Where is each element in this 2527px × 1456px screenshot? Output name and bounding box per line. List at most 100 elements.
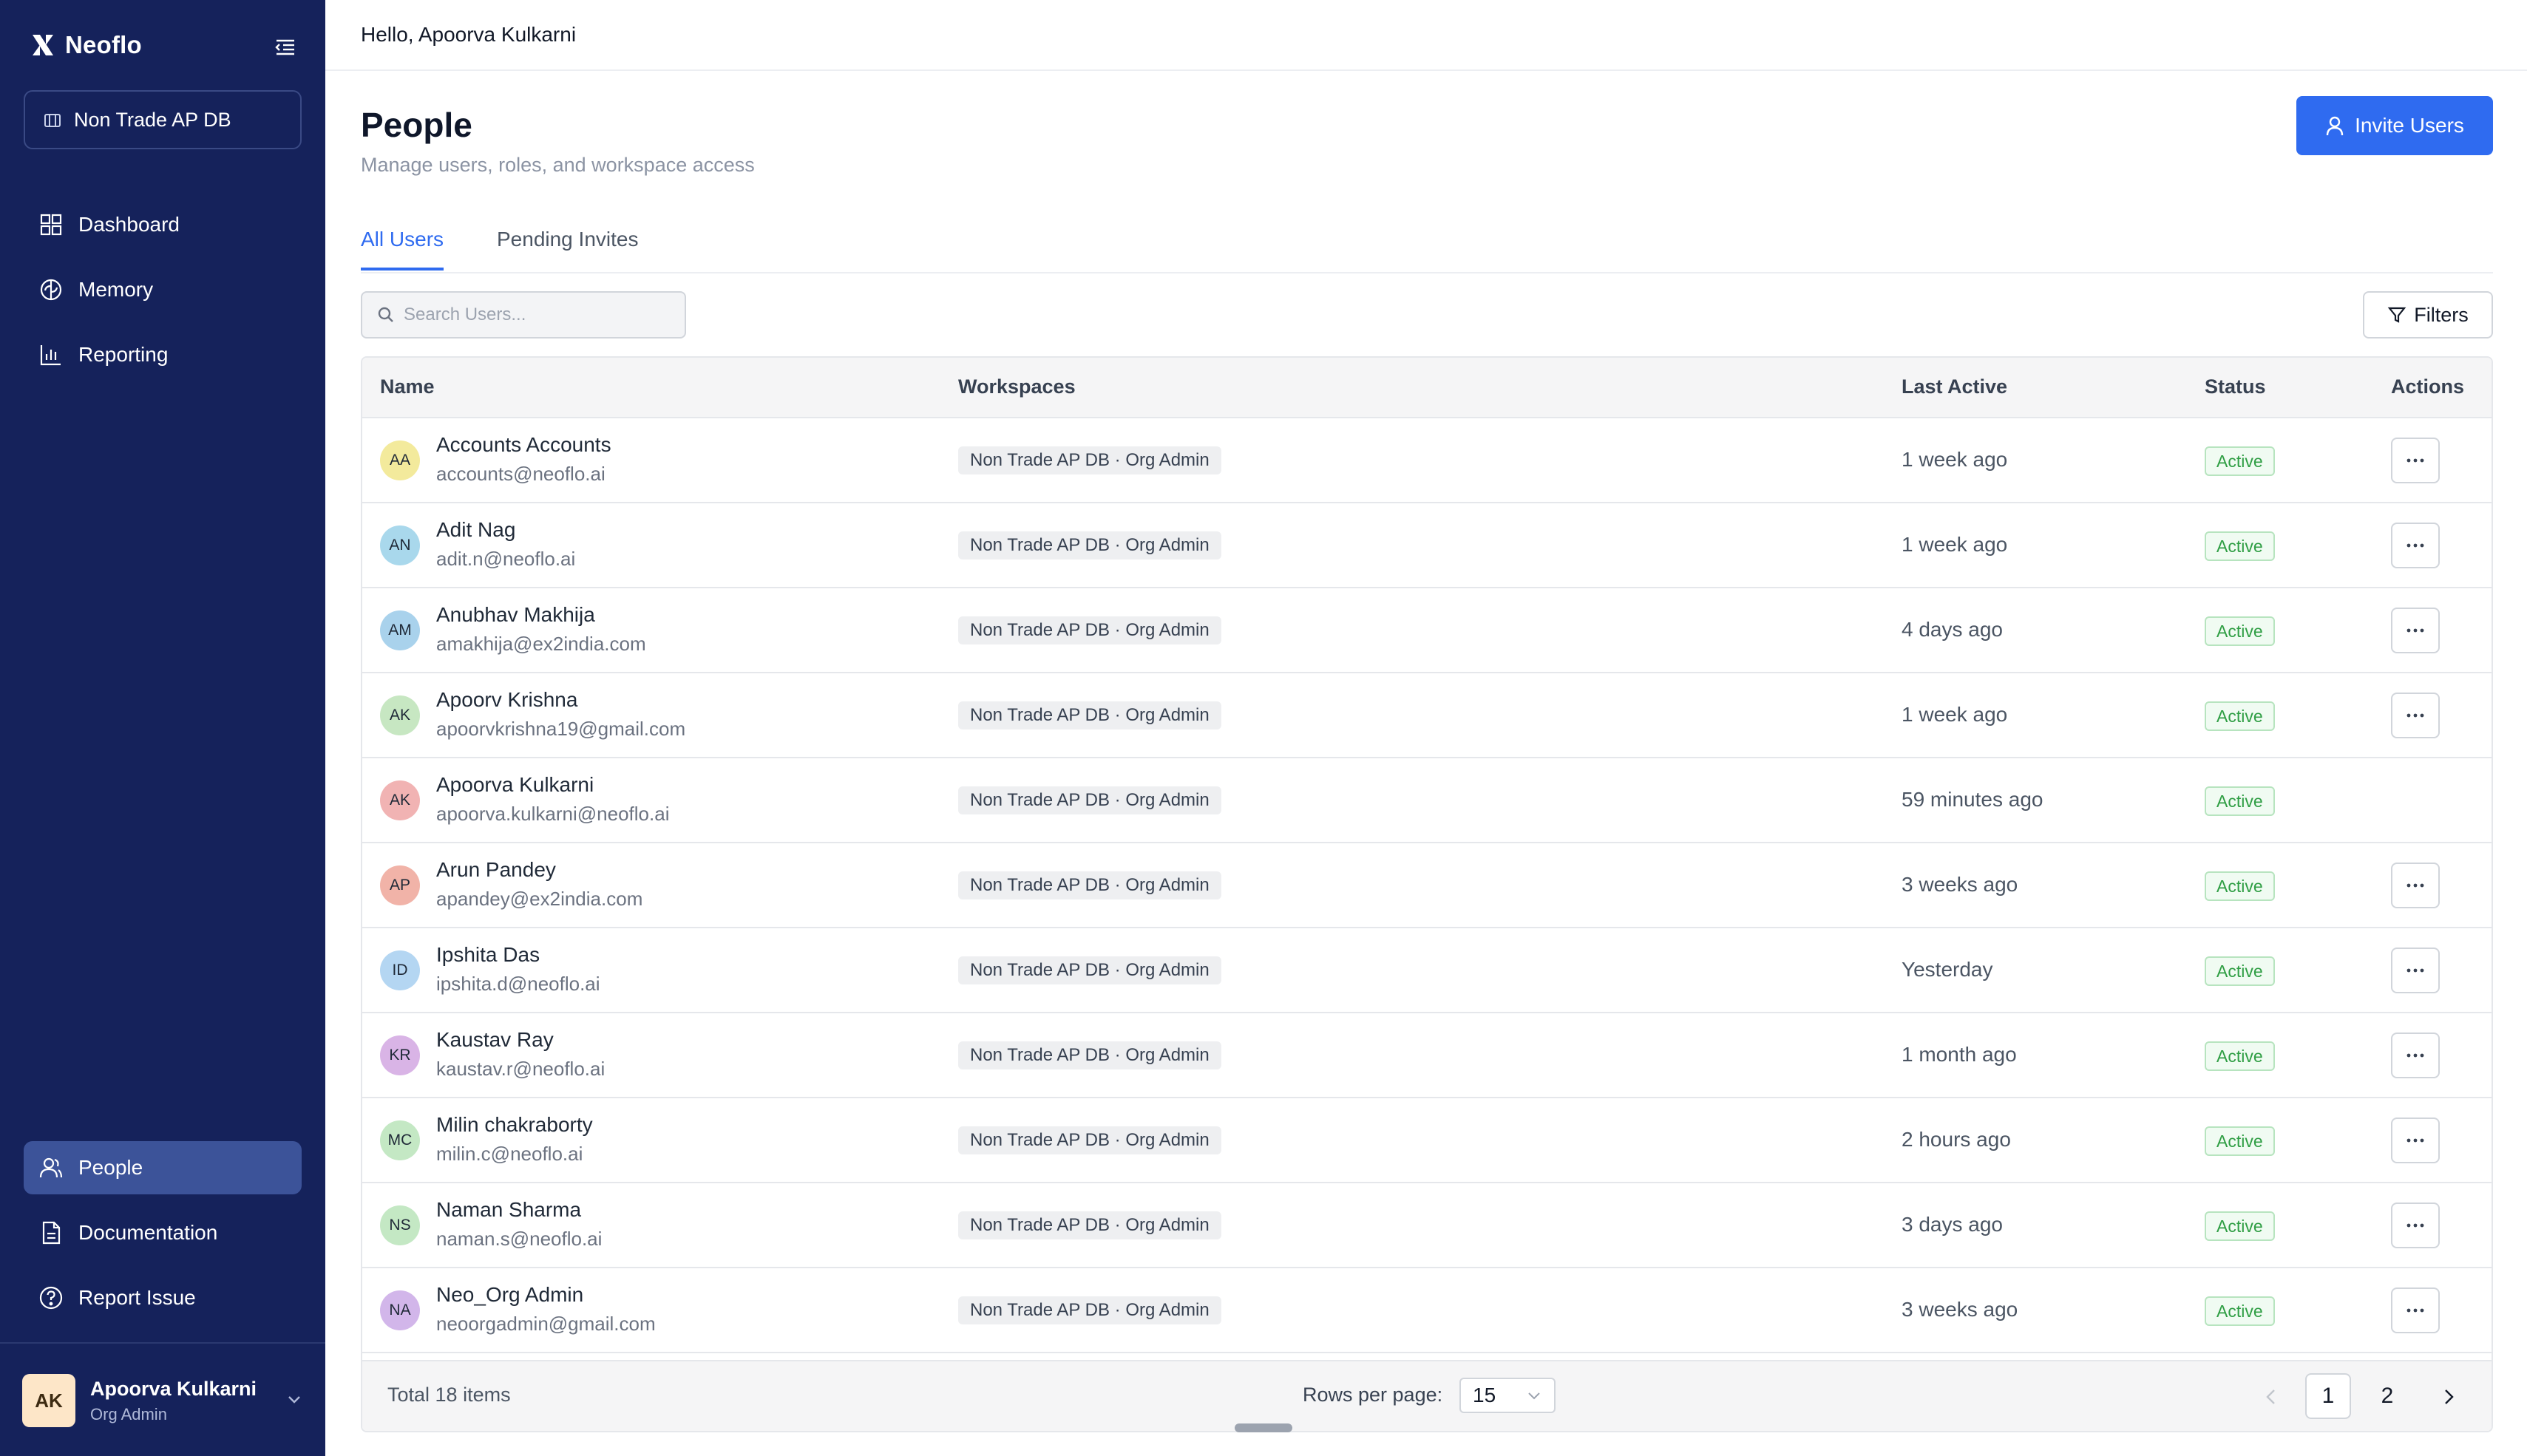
table-row[interactable]: AN Adit Nag adit.n@neoflo.ai Non Trade A… <box>362 503 2492 588</box>
avatar: MC <box>380 1120 420 1160</box>
user-email: apoorva.kulkarni@neoflo.ai <box>436 803 670 825</box>
table-row[interactable]: NA Neo_Org Admin neoorgadmin@gmail.com N… <box>362 1268 2492 1353</box>
more-horizontal-icon <box>2406 458 2424 463</box>
sidebar-item-documentation[interactable]: Documentation <box>24 1206 302 1259</box>
user-name: Apoorva Kulkarni <box>90 1377 257 1400</box>
status-badge: Active <box>2205 531 2275 561</box>
table-row[interactable]: MC Milin chakraborty milin.c@neoflo.ai N… <box>362 1098 2492 1183</box>
more-horizontal-icon <box>2406 968 2424 973</box>
users-table: Name Workspaces Last Active Status Actio… <box>361 356 2493 1432</box>
user-name: Arun Pandey <box>436 858 556 881</box>
top-bar: Hello, Apoorva Kulkarni <box>325 0 2527 71</box>
sidebar-divider <box>0 1342 325 1344</box>
search-box <box>361 291 686 339</box>
row-actions-button[interactable] <box>2391 693 2440 738</box>
table-row[interactable]: AK Apoorv Krishna apoorvkrishna19@gmail.… <box>362 673 2492 758</box>
resize-handle[interactable] <box>1235 1423 1292 1432</box>
sidebar-item-memory[interactable]: Memory <box>24 263 302 316</box>
row-actions-button[interactable] <box>2391 438 2440 483</box>
sidebar-item-people[interactable]: People <box>24 1141 302 1194</box>
chevron-left-icon <box>2266 1389 2275 1404</box>
user-role: Org Admin <box>90 1404 167 1423</box>
filters-button[interactable]: Filters <box>2363 291 2493 339</box>
sidebar-item-label: Documentation <box>78 1221 218 1244</box>
previous-page-button[interactable] <box>2255 1378 2287 1416</box>
sidebar-item-label: Report Issue <box>78 1286 196 1309</box>
more-horizontal-icon <box>2406 628 2424 633</box>
search-input[interactable] <box>404 305 670 325</box>
user-menu[interactable]: AK Apoorva Kulkarni Org Admin <box>22 1371 303 1430</box>
table-row[interactable]: AA Accounts Accounts accounts@neoflo.ai … <box>362 418 2492 503</box>
user-name: Ipshita Das <box>436 943 540 966</box>
more-horizontal-icon <box>2406 1308 2424 1313</box>
row-actions-button[interactable] <box>2391 1287 2440 1333</box>
sidebar-item-reporting[interactable]: Reporting <box>24 328 302 381</box>
avatar: KR <box>380 1035 420 1075</box>
last-active: 4 days ago <box>1902 618 2003 641</box>
user-email: milin.c@neoflo.ai <box>436 1143 583 1165</box>
user-email: adit.n@neoflo.ai <box>436 548 576 570</box>
app-name: Neoflo <box>65 31 142 58</box>
workspace-tag: Non Trade AP DB · Org Admin <box>958 446 1221 474</box>
collapse-sidebar-button[interactable] <box>271 34 300 61</box>
avatar: NA <box>380 1290 420 1330</box>
user-email: ipshita.d@neoflo.ai <box>436 973 600 995</box>
column-header-actions: Actions <box>2391 375 2465 398</box>
sidebar-item-label: People <box>78 1156 143 1179</box>
user-name: Anubhav Makhija <box>436 603 595 626</box>
table-row[interactable]: KR Kaustav Ray kaustav.r@neoflo.ai Non T… <box>362 1013 2492 1098</box>
page-subtitle: Manage users, roles, and workspace acces… <box>361 154 755 176</box>
page-2-button[interactable]: 2 <box>2364 1373 2410 1419</box>
users-icon <box>39 1157 63 1178</box>
row-actions-button[interactable] <box>2391 863 2440 908</box>
workspace-selector[interactable]: Non Trade AP DB <box>24 90 302 149</box>
invite-users-button[interactable]: Invite Users <box>2296 96 2493 155</box>
row-actions-button[interactable] <box>2391 948 2440 993</box>
status-badge: Active <box>2205 1126 2275 1156</box>
last-active: 1 week ago <box>1902 448 2008 471</box>
user-name: Naman Sharma <box>436 1198 582 1221</box>
column-header-last-active[interactable]: Last Active <box>1902 375 2007 398</box>
sidebar-item-dashboard[interactable]: Dashboard <box>24 198 302 251</box>
brand[interactable]: Neoflo <box>30 31 142 59</box>
column-header-name[interactable]: Name <box>380 375 435 398</box>
last-active: 1 week ago <box>1902 703 2008 726</box>
more-horizontal-icon <box>2406 1053 2424 1058</box>
table-row[interactable]: NS Naman Sharma naman.s@neoflo.ai Non Tr… <box>362 1183 2492 1268</box>
table-footer: Total 18 items Rows per page: 15 1 2 <box>362 1360 2492 1431</box>
tab-all-users[interactable]: All Users <box>361 228 444 271</box>
row-actions-button[interactable] <box>2391 1202 2440 1248</box>
table-row[interactable]: ID Ipshita Das ipshita.d@neoflo.ai Non T… <box>362 928 2492 1013</box>
workspace-name: Non Trade AP DB <box>74 108 231 131</box>
column-header-workspaces[interactable]: Workspaces <box>958 375 1076 398</box>
row-actions-button[interactable] <box>2391 523 2440 568</box>
table-row[interactable]: AP Arun Pandey apandey@ex2india.com Non … <box>362 843 2492 928</box>
table-row[interactable]: AM Anubhav Makhija amakhija@ex2india.com… <box>362 588 2492 673</box>
status-badge: Active <box>2205 1296 2275 1326</box>
more-horizontal-icon <box>2406 1138 2424 1143</box>
page-1-button[interactable]: 1 <box>2305 1373 2351 1419</box>
table-body: AA Accounts Accounts accounts@neoflo.ai … <box>362 418 2492 1353</box>
rows-per-page-select[interactable]: 15 <box>1459 1378 1556 1413</box>
sidebar-item-label: Dashboard <box>78 213 180 236</box>
row-actions-button[interactable] <box>2391 1033 2440 1078</box>
column-header-status[interactable]: Status <box>2205 375 2266 398</box>
row-actions-button[interactable] <box>2391 608 2440 653</box>
rows-per-page-label: Rows per page: <box>1303 1384 1443 1406</box>
next-page-button[interactable] <box>2432 1378 2465 1416</box>
row-actions-button[interactable] <box>2391 1117 2440 1163</box>
tab-pending-invites[interactable]: Pending Invites <box>497 228 638 268</box>
avatar: AK <box>22 1374 75 1427</box>
page-title: People <box>361 106 472 144</box>
user-name: Milin chakraborty <box>436 1113 593 1136</box>
bar-chart-icon <box>40 345 61 366</box>
more-horizontal-icon <box>2406 883 2424 888</box>
last-active: 1 week ago <box>1902 533 2008 556</box>
sidebar-item-report-issue[interactable]: Report Issue <box>24 1271 302 1324</box>
workspace-tag: Non Trade AP DB · Org Admin <box>958 1126 1221 1154</box>
last-active: Yesterday <box>1902 958 1993 981</box>
avatar: AK <box>380 695 420 735</box>
user-icon <box>2326 116 2344 136</box>
more-horizontal-icon <box>2406 713 2424 718</box>
table-row[interactable]: AK Apoorva Kulkarni apoorva.kulkarni@neo… <box>362 758 2492 843</box>
